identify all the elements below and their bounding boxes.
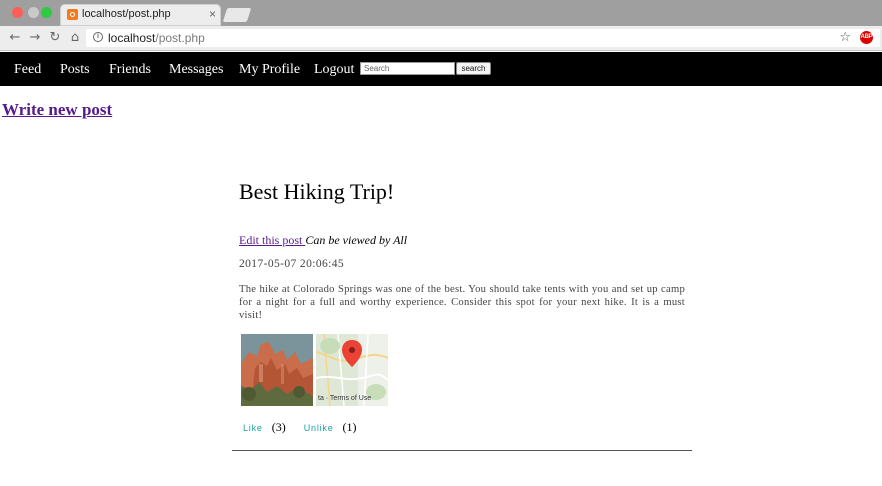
unlike-count: (1) <box>342 420 357 434</box>
like-count: (3) <box>271 420 286 434</box>
close-window-icon[interactable] <box>12 7 23 18</box>
reactions-row: Like (3) Unlike (1) <box>243 418 371 436</box>
site-favicon-icon <box>67 9 78 20</box>
home-icon[interactable]: ⌂ <box>67 30 83 46</box>
new-tab-button[interactable] <box>222 8 252 22</box>
back-icon[interactable]: ← <box>7 30 23 46</box>
tab-strip: localhost/post.php × <box>0 0 882 26</box>
post-date: 2017-05-07 20:06:45 <box>239 258 345 270</box>
adblock-icon[interactable]: ABP <box>860 31 873 44</box>
star-icon[interactable]: ☆ <box>839 30 851 45</box>
tab-close-icon[interactable]: × <box>209 7 216 21</box>
browser-toolbar: ← → ↻ ⌂ i localhost/post.php ☆ ABP <box>0 26 882 51</box>
edit-post-link[interactable]: Edit this post <box>239 233 305 247</box>
info-icon[interactable]: i <box>93 32 103 42</box>
nav-link-feed[interactable]: Feed <box>14 62 41 78</box>
browser-window: localhost/post.php × ← → ↻ ⌂ i localhost… <box>0 0 882 51</box>
post-title: Best Hiking Trip! <box>239 179 395 204</box>
post-divider <box>232 450 692 451</box>
browser-tab[interactable]: localhost/post.php × <box>60 4 221 26</box>
search-button[interactable]: search <box>456 62 491 75</box>
nav-link-my-profile[interactable]: My Profile <box>239 62 300 78</box>
address-bar[interactable]: i localhost/post.php ☆ ABP <box>86 29 880 47</box>
nav-link-friends[interactable]: Friends <box>109 62 151 78</box>
site-navigation-bar: Feed Posts Friends Messages My Profile L… <box>0 52 882 86</box>
forward-icon[interactable]: → <box>27 30 43 46</box>
reload-icon[interactable]: ↻ <box>47 30 63 46</box>
unlike-button[interactable]: Unlike <box>304 423 334 433</box>
nav-link-messages[interactable]: Messages <box>169 62 223 78</box>
minimize-window-icon[interactable] <box>28 7 39 18</box>
nav-link-logout[interactable]: Logout <box>314 62 354 78</box>
url-path: /post.php <box>155 31 205 45</box>
map-terms-caption[interactable]: ta · Terms of Use <box>318 395 371 402</box>
hiking-photo[interactable] <box>241 334 313 406</box>
url-text: localhost/post.php <box>108 31 205 45</box>
post-meta-line: Edit this post Can be viewed by All <box>239 233 407 248</box>
maximize-window-icon[interactable] <box>41 7 52 18</box>
write-new-post-link[interactable]: Write new post <box>2 100 112 120</box>
tab-title: localhost/post.php <box>82 8 171 20</box>
mountain-photo-image <box>241 334 313 406</box>
like-button[interactable]: Like <box>243 423 263 433</box>
url-host: localhost <box>108 31 156 45</box>
post-body: The hike at Colorado Springs was one of … <box>239 284 685 321</box>
nav-link-posts[interactable]: Posts <box>60 62 90 78</box>
search-input[interactable]: Search <box>360 62 455 75</box>
visibility-text: Can be viewed by All <box>305 233 408 247</box>
